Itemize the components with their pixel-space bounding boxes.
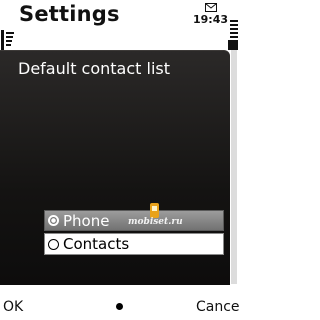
ok-button[interactable]: OK [3,299,23,315]
radio-unselected-icon [48,238,59,250]
option-contacts[interactable]: Contacts [44,233,224,255]
radio-selected-icon [48,215,59,226]
battery-icon [228,20,238,50]
option-label: Contacts [63,235,130,253]
signal-strength-icon [1,30,14,50]
clock: 19:43 [193,13,229,26]
scrollbar[interactable] [231,50,237,284]
dialog-title: Default contact list [18,59,171,78]
watermark-text: mobiset.ru [128,217,183,227]
envelope-icon [205,3,217,12]
cancel-button[interactable]: Cancel [196,299,240,315]
option-label: Phone [63,211,110,230]
page-title: Settings [19,2,120,26]
dot-icon[interactable] [116,303,123,310]
